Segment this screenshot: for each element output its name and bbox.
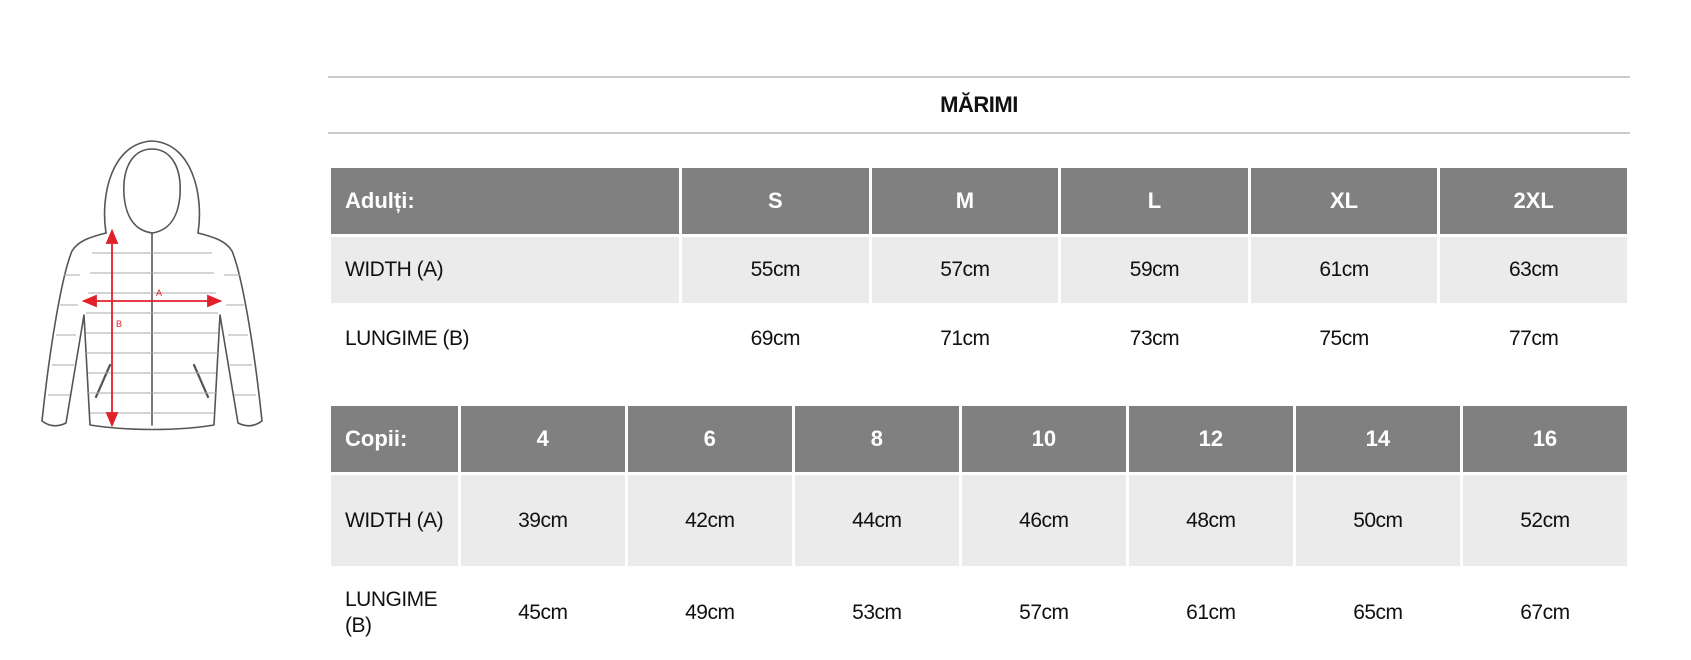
table-cell: 73cm <box>1129 327 1180 350</box>
jacket-diagram: A B <box>28 135 268 435</box>
table-cell: 50cm <box>1295 475 1460 566</box>
adult-size-header: M <box>871 168 1059 234</box>
table-cell: 71cm <box>940 327 990 350</box>
kids-length-row: LUNGIME (B) 45cm 49cm 53cm 57cm 61cm 65c… <box>331 569 1627 657</box>
kids-size-header: 16 <box>1462 406 1627 472</box>
label-a: A <box>156 288 162 298</box>
adult-size-table: Adulți: S M L XL 2XL WIDTH (A) 55cm 57cm… <box>328 165 1630 375</box>
row-label: LUNGIME (B) <box>345 588 438 637</box>
table-cell: 75cm <box>1319 327 1369 350</box>
table-cell: 61cm <box>1250 237 1438 303</box>
table-cell: 63cm <box>1440 237 1627 303</box>
adult-width-row: WIDTH (A) 55cm 57cm 59cm 61cm 63cm <box>331 237 1627 303</box>
hood-outline <box>103 140 201 234</box>
kids-header-row: Copii: 4 6 8 10 12 14 16 <box>331 406 1627 472</box>
table-cell: 52cm <box>1462 475 1627 566</box>
kids-size-header: 8 <box>794 406 959 472</box>
kids-size-header: 12 <box>1128 406 1293 472</box>
size-chart-title: MĂRIMI <box>328 76 1630 134</box>
kids-size-header: 10 <box>961 406 1126 472</box>
hood-opening <box>123 148 181 234</box>
table-cell: 67cm <box>1520 601 1570 624</box>
table-cell: 57cm <box>1019 601 1069 624</box>
kids-width-row: WIDTH (A) 39cm 42cm 44cm 46cm 48cm 50cm … <box>331 475 1627 566</box>
table-cell: 77cm <box>1509 327 1559 350</box>
adult-size-header: 2XL <box>1440 168 1627 234</box>
table-cell: 46cm <box>961 475 1126 566</box>
table-cell: 48cm <box>1128 475 1293 566</box>
kids-size-header: 14 <box>1295 406 1460 472</box>
table-cell: 44cm <box>794 475 959 566</box>
adult-size-header: S <box>681 168 869 234</box>
row-label: WIDTH (A) <box>331 237 679 303</box>
adult-size-header: L <box>1061 168 1248 234</box>
table-cell: 57cm <box>871 237 1059 303</box>
label-b: B <box>116 319 122 329</box>
adult-length-row: LUNGIME (B) 69cm 71cm 73cm 75cm 77cm <box>331 306 1627 372</box>
table-cell: 39cm <box>460 475 625 566</box>
table-cell: 49cm <box>685 601 735 624</box>
table-cell: 65cm <box>1353 601 1403 624</box>
table-cell: 55cm <box>681 237 869 303</box>
adult-header-label: Adulți: <box>331 168 679 234</box>
kids-header-label: Copii: <box>331 406 458 472</box>
row-label: LUNGIME (B) <box>345 327 470 350</box>
table-cell: 45cm <box>518 601 568 624</box>
kids-size-header: 6 <box>627 406 792 472</box>
table-cell: 69cm <box>750 327 801 350</box>
kids-size-header: 4 <box>460 406 625 472</box>
row-label: WIDTH (A) <box>331 475 458 566</box>
table-cell: 42cm <box>627 475 792 566</box>
table-cell: 61cm <box>1186 601 1236 624</box>
adult-header-row: Adulți: S M L XL 2XL <box>331 168 1627 234</box>
adult-size-header: XL <box>1250 168 1438 234</box>
table-cell: 53cm <box>852 601 902 624</box>
kids-size-table: Copii: 4 6 8 10 12 14 16 WIDTH (A) 39cm … <box>328 403 1630 660</box>
table-cell: 59cm <box>1061 237 1248 303</box>
